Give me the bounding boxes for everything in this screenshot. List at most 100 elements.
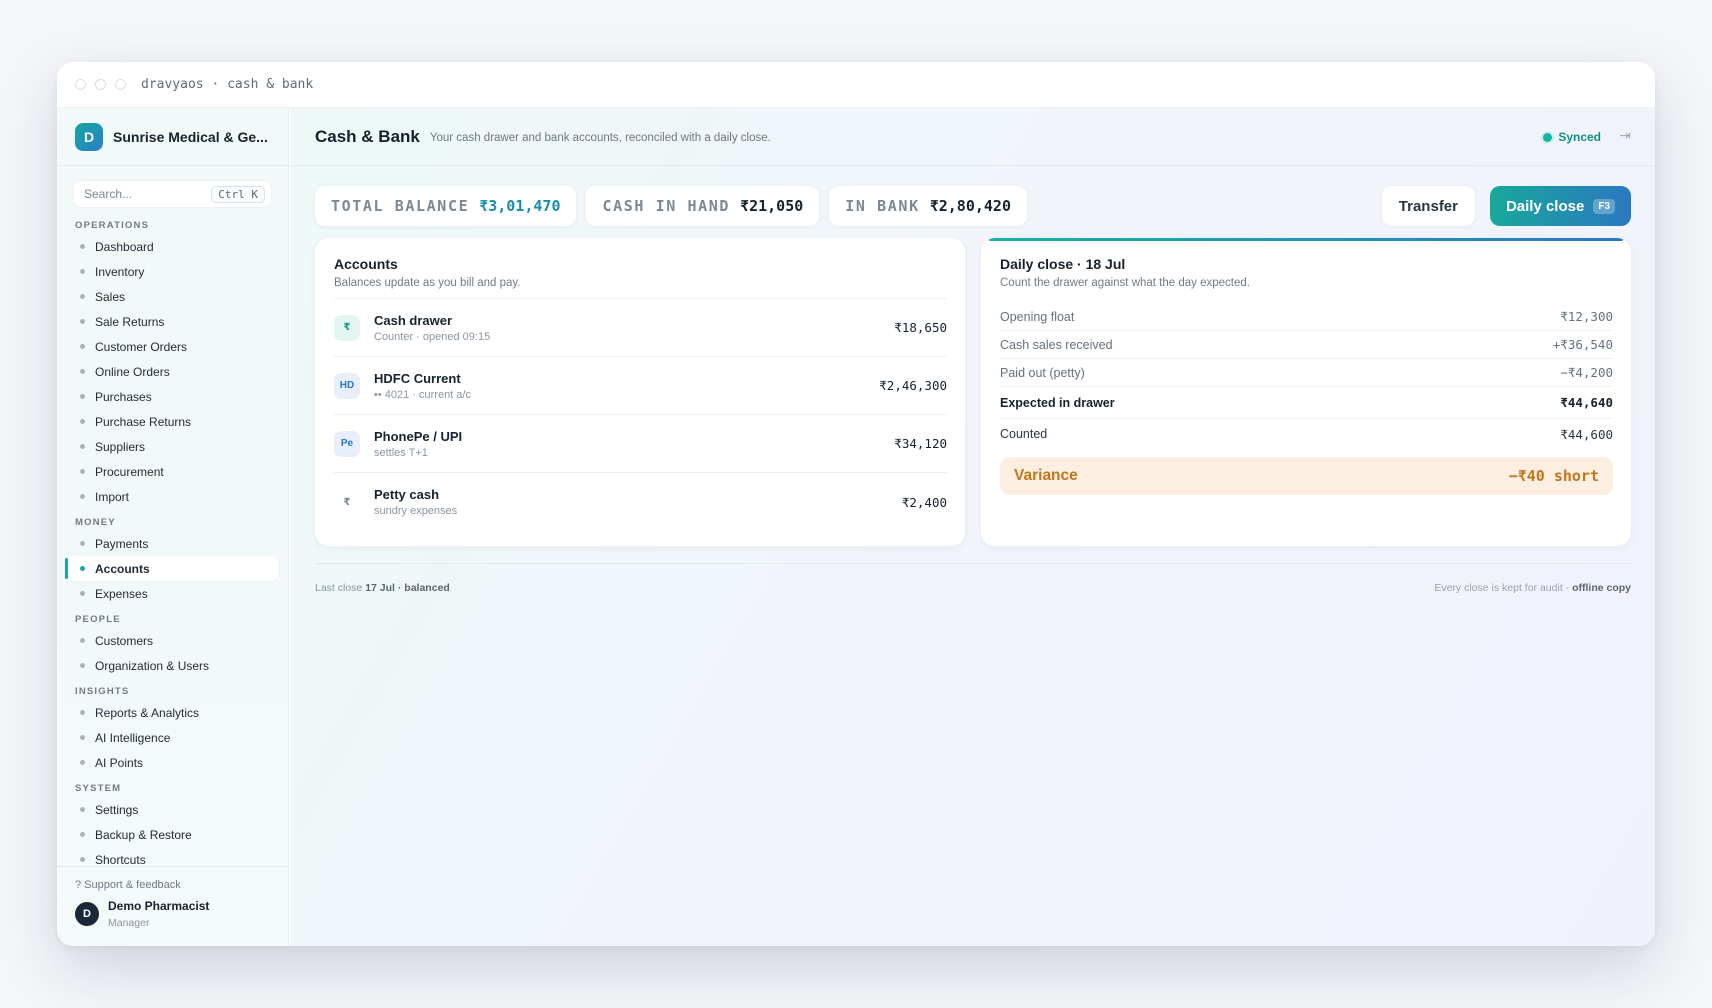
balance-stats: TOTAL BALANCE ₹3,01,470 CASH IN HAND ₹21,05…: [315, 186, 1027, 226]
sidebar-item-suppliers[interactable]: Suppliers: [67, 434, 278, 459]
sidebar-item-label: Suppliers: [95, 439, 146, 454]
sidebar-item-label: AI Intelligence: [95, 730, 171, 745]
close-window-dot[interactable]: [75, 79, 86, 90]
sidebar-item-label: Accounts: [95, 561, 150, 576]
sidebar-item-inventory[interactable]: Inventory: [67, 259, 278, 284]
sidebar-item-organization-users[interactable]: Organization & Users: [67, 653, 278, 678]
bullet-icon: [80, 419, 85, 424]
bullet-icon: [80, 807, 85, 812]
close-row-expected-in-drawer: Expected in drawer ₹44,640: [1000, 387, 1613, 419]
sidebar-item-import[interactable]: Import: [67, 484, 278, 509]
sidebar-item-ai-intelligence[interactable]: AI Intelligence: [67, 725, 278, 750]
list-item[interactable]: ₹ Petty cash sundry expenses ₹2,400: [334, 473, 947, 531]
sync-dot-icon: [1543, 132, 1553, 142]
account-name: Petty cash: [374, 487, 440, 502]
maximize-window-dot[interactable]: [115, 79, 126, 90]
account-text: Cash drawer Counter · opened 09:15: [374, 313, 490, 343]
sidebar-item-expenses[interactable]: Expenses: [67, 581, 278, 606]
account-name: PhonePe / UPI: [374, 428, 463, 444]
close-row-label: Cash sales received: [1000, 337, 1113, 352]
daily-close-button[interactable]: Daily close F3: [1489, 186, 1631, 226]
window-title: dravyaos · cash & bank: [141, 77, 314, 92]
sidebar-item-customer-orders[interactable]: Customer Orders: [67, 334, 278, 359]
nav-group-system: SYSTEM: [75, 783, 122, 794]
bullet-icon: [80, 494, 85, 499]
sidebar-item-label: Backup & Restore: [95, 827, 192, 842]
last-close-value: 17 Jul · balanced: [365, 582, 450, 594]
sidebar-item-label: Customer Orders: [95, 339, 188, 354]
user-profile[interactable]: D Demo Pharmacist Manager: [75, 899, 270, 929]
account-amount: ₹2,400: [901, 494, 947, 510]
sidebar-item-dashboard[interactable]: Dashboard: [67, 234, 278, 259]
list-item[interactable]: Pe PhonePe / UPI settles T+1 ₹34,120: [334, 415, 947, 473]
account-amount: ₹18,650: [894, 320, 947, 335]
close-row-value: ₹44,640: [1560, 395, 1613, 410]
account-icon: ₹: [334, 314, 360, 341]
sidebar-item-payments[interactable]: Payments: [67, 531, 278, 556]
sidebar-footer: ? Support & feedback D Demo Pharmacist M…: [57, 866, 288, 946]
nav-group-insights: INSIGHTS: [75, 686, 130, 697]
audit-note-prefix: Every close is kept for audit ·: [1434, 582, 1573, 594]
sidebar-item-backup-restore[interactable]: Backup & Restore: [67, 822, 278, 847]
sidebar-item-label: Online Orders: [95, 364, 170, 379]
main-content: Cash & Bank Your cash drawer and bank ac…: [290, 108, 1655, 946]
list-item[interactable]: HD HDFC Current •• 4021 · current a/c ₹2,46…: [334, 357, 947, 415]
daily-close-shortcut: F3: [1593, 198, 1615, 214]
transfer-button[interactable]: Transfer: [1381, 186, 1475, 226]
user-name: Demo Pharmacist: [108, 899, 210, 913]
minimize-window-dot[interactable]: [95, 79, 106, 90]
sidebar-item-reports-analytics[interactable]: Reports & Analytics: [67, 700, 278, 725]
sync-status: Synced: [1543, 130, 1601, 144]
sidebar-item-label: Reports & Analytics: [95, 705, 200, 720]
accounts-subtitle: Balances update as you bill and pay.: [334, 277, 521, 289]
last-close-prefix: Last close: [315, 582, 366, 594]
sidebar-item-label: Shortcuts: [95, 852, 146, 867]
account-meta: Counter · opened 09:15: [374, 330, 491, 343]
page-subtitle: Your cash drawer and bank accounts, reco…: [429, 131, 771, 144]
bullet-icon: [80, 469, 85, 474]
title-bar: dravyaos · cash & bank: [57, 62, 1655, 108]
account-text: Petty cash sundry expenses: [374, 487, 457, 517]
account-amount: ₹34,120: [894, 436, 947, 451]
sidebar-item-customers[interactable]: Customers: [67, 628, 278, 653]
sidebar-item-label: Payments: [95, 536, 149, 551]
sidebar-item-purchase-returns[interactable]: Purchase Returns: [67, 409, 278, 434]
close-row-label: Paid out (petty): [1000, 365, 1085, 380]
account-meta: settles T+1: [374, 446, 428, 459]
list-item[interactable]: ₹ Cash drawer Counter · opened 09:15 ₹18,65…: [334, 299, 947, 357]
bullet-icon: [80, 591, 85, 596]
sidebar-item-accounts[interactable]: Accounts: [65, 556, 278, 581]
audit-note-value: offline copy: [1572, 582, 1631, 594]
exit-icon[interactable]: ⇥: [1619, 127, 1631, 144]
variance-label: Variance: [1014, 467, 1078, 484]
sidebar-item-online-orders[interactable]: Online Orders: [67, 359, 278, 384]
account-icon: ₹: [334, 489, 360, 515]
sidebar-item-ai-points[interactable]: AI Points: [67, 750, 278, 775]
sidebar-item-procurement[interactable]: Procurement: [67, 459, 278, 484]
nav-group-money: MONEY: [75, 517, 116, 528]
bullet-icon: [80, 735, 85, 740]
account-name: HDFC Current: [374, 370, 461, 386]
support-link[interactable]: ? Support & feedback: [75, 879, 270, 891]
sidebar-item-sales[interactable]: Sales: [67, 284, 278, 309]
sidebar-item-settings[interactable]: Settings: [67, 797, 278, 822]
bullet-icon: [80, 566, 85, 571]
sidebar-item-sale-returns[interactable]: Sale Returns: [67, 309, 278, 334]
close-row-value: −₹4,200: [1560, 365, 1613, 380]
daily-close-title: Daily close · 18 Jul: [1000, 256, 1126, 272]
stat-label: IN BANK: [845, 197, 920, 215]
bullet-icon: [80, 394, 85, 399]
bullet-icon: [80, 760, 85, 765]
search-input[interactable]: [84, 187, 204, 201]
sidebar-item-label: Procurement: [95, 464, 164, 479]
footer-divider: [315, 563, 1631, 564]
sidebar-item-purchases[interactable]: Purchases: [67, 384, 278, 409]
bullet-icon: [80, 344, 85, 349]
sidebar-item-label: Sale Returns: [95, 314, 165, 329]
close-row-label: Counted: [1000, 427, 1048, 441]
brand[interactable]: D Sunrise Medical & Ge...: [57, 108, 288, 166]
avatar: D: [75, 902, 99, 926]
bullet-icon: [80, 294, 85, 299]
page-header: Cash & Bank Your cash drawer and bank ac…: [290, 108, 1655, 166]
stat-label: TOTAL BALANCE: [331, 197, 470, 215]
